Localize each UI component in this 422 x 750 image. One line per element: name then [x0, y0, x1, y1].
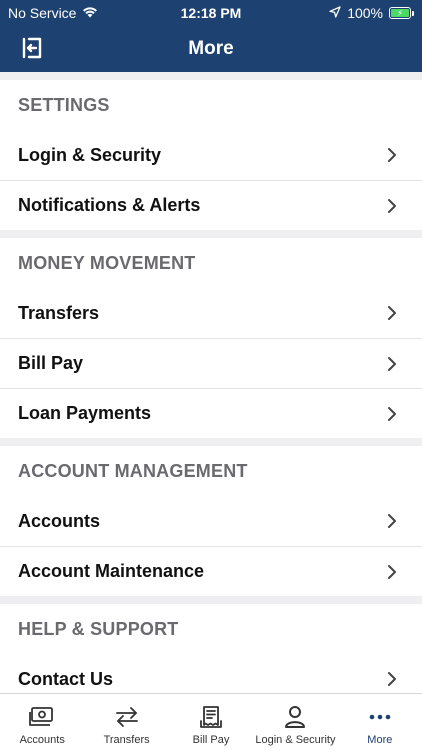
tab-transfers[interactable]: Transfers: [84, 694, 168, 750]
menu-item-login-security[interactable]: Login & Security: [0, 130, 422, 180]
tab-more[interactable]: More: [338, 694, 422, 750]
section-money-movement: MONEY MOVEMENT Transfers Bill Pay Loan P…: [0, 238, 422, 438]
tab-label: More: [367, 734, 393, 746]
chevron-right-icon: [388, 514, 396, 528]
tab-bar: Accounts Transfers Bill Pay Login & Secu…: [0, 693, 422, 750]
menu-item-notifications-alerts[interactable]: Notifications & Alerts: [0, 180, 422, 230]
tab-label: Accounts: [19, 734, 65, 746]
menu-item-label: Transfers: [18, 302, 100, 323]
section-header: HELP & SUPPORT: [18, 618, 179, 639]
carrier-label: No Service: [8, 5, 77, 21]
menu-item-label: Login & Security: [18, 144, 162, 165]
battery-icon: ⚡: [389, 7, 414, 19]
chevron-right-icon: [388, 672, 396, 686]
chevron-right-icon: [388, 406, 396, 421]
nav-bar: More: [0, 26, 422, 72]
menu-item-bill-pay[interactable]: Bill Pay: [0, 338, 422, 388]
wifi-icon: [82, 5, 98, 21]
tab-label: Bill Pay: [192, 734, 230, 746]
chevron-right-icon: [388, 356, 396, 371]
menu-item-accounts[interactable]: Accounts: [0, 496, 422, 546]
menu-item-label: Bill Pay: [18, 353, 84, 373]
accounts-icon: [28, 704, 56, 730]
chevron-right-icon: [388, 306, 396, 320]
menu-item-loan-payments[interactable]: Loan Payments: [0, 388, 422, 438]
location-arrow-icon: [329, 5, 341, 21]
tab-label: Transfers: [103, 734, 150, 746]
chevron-right-icon: [388, 564, 396, 579]
status-left: No Service: [8, 5, 98, 21]
section-help-support: HELP & SUPPORT Contact Us: [0, 604, 422, 693]
status-right: 100% ⚡: [329, 5, 414, 21]
section-settings: SETTINGS Login & Security Notifications …: [0, 80, 422, 230]
logout-icon: [20, 36, 44, 65]
bill-pay-icon: [199, 704, 223, 730]
tab-bill-pay[interactable]: Bill Pay: [169, 694, 253, 750]
chevron-right-icon: [388, 198, 396, 213]
menu-item-label: Contact Us: [18, 668, 114, 689]
chevron-right-icon: [388, 148, 396, 162]
tab-label: Login & Security: [255, 734, 336, 746]
section-account-management: ACCOUNT MANAGEMENT Accounts Account Main…: [0, 446, 422, 596]
status-bar: No Service 12:18 PM 100% ⚡: [0, 0, 422, 26]
menu-item-label: Loan Payments: [18, 403, 152, 423]
app-header: No Service 12:18 PM 100% ⚡ More: [0, 0, 422, 72]
menu-item-label: Notifications & Alerts: [18, 195, 201, 215]
menu-item-label: Account Maintenance: [18, 561, 205, 581]
tab-login-security[interactable]: Login & Security: [253, 694, 337, 750]
logout-button[interactable]: [18, 36, 46, 64]
menu-item-account-maintenance[interactable]: Account Maintenance: [0, 546, 422, 596]
section-header: ACCOUNT MANAGEMENT: [18, 460, 248, 481]
page-title: More: [188, 38, 234, 59]
menu-item-transfers[interactable]: Transfers: [0, 288, 422, 338]
more-menu-list: SETTINGS Login & Security Notifications …: [0, 72, 422, 693]
section-header: MONEY MOVEMENT: [18, 252, 196, 273]
menu-item-label: Accounts: [18, 510, 101, 531]
person-icon: [284, 704, 306, 730]
transfers-icon: [114, 704, 140, 730]
menu-item-contact-us[interactable]: Contact Us: [0, 654, 422, 693]
tab-accounts[interactable]: Accounts: [0, 694, 84, 750]
battery-percent: 100%: [347, 5, 383, 21]
section-header: SETTINGS: [18, 94, 110, 115]
more-icon: [369, 704, 391, 730]
